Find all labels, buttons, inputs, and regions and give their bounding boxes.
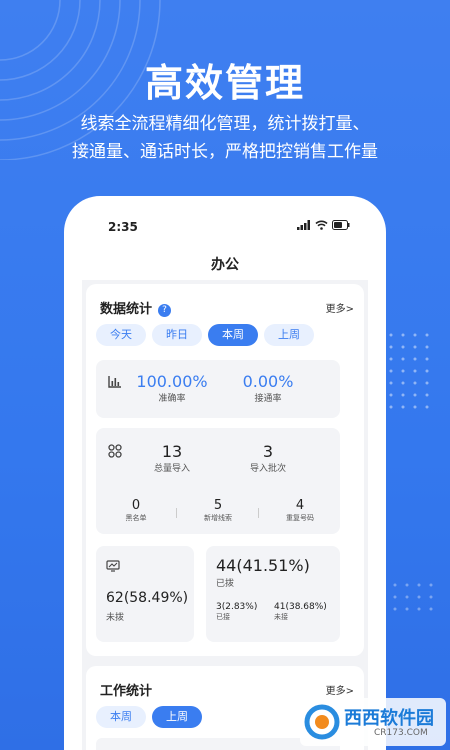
content-area: 数据统计? 更多> 今天 昨日 本周 上周 100.00% 准确率 0.00% … [82,280,368,750]
connect-rate-value: 0.00% [242,372,294,391]
total-import-value: 13 [161,442,183,461]
dialed-panel: 44(41.51%) 已拨 3(2.83%) 已接 41(38.68%) 未接 [206,546,340,642]
promo-subtitle-line2: 接通量、通话时长，严格把控销售工作量 [72,142,378,162]
tab-today[interactable]: 今天 [96,324,146,346]
watermark-emblem-icon [304,704,340,740]
status-icons [297,220,350,230]
data-stats-tabs: 今天 昨日 本周 上周 [96,324,314,346]
tab-last-week[interactable]: 上周 [152,706,202,728]
divider [176,508,177,518]
help-icon[interactable]: ? [158,304,172,317]
new-leads-value: 5 [213,498,223,513]
undialed-panel: 62(58.49%) 未拨 [96,546,194,642]
decorative-dots [389,333,429,409]
connected-stat: 3(2.83%) 已接 [216,602,257,622]
data-stats-header: 数据统计? 更多> [100,298,354,317]
tab-yesterday[interactable]: 昨日 [152,324,202,346]
data-stats-more-link[interactable]: 更多> [326,300,354,315]
new-leads-stat: 5 新增线索 [186,498,250,523]
blacklist-value: 0 [131,498,141,513]
work-stats-more-link[interactable]: 更多> [326,682,354,697]
wifi-icon [315,220,328,230]
watermark-text: 西西软件园 [344,708,434,729]
work-stats-title: 工作统计 [100,684,153,699]
duplicate-value: 4 [295,498,305,513]
watermark-logo: 西西软件园 CR173.COM [300,698,446,746]
promo-subtitle: 线索全流程精细化管理，统计拨打量、 接通量、通话时长，严格把控销售工作量 [0,110,450,166]
work-stats-header: 工作统计 更多> [100,680,354,699]
total-import-stat: 13 总量导入 [132,442,212,474]
blacklist-label: 黑名单 [125,514,147,522]
battery-icon [332,220,350,230]
dialed-label: 已拨 [216,579,235,589]
monitor-chart-icon [106,560,120,572]
data-stats-card: 数据统计? 更多> 今天 昨日 本周 上周 100.00% 准确率 0.00% … [86,284,364,656]
not-connected-label: 未接 [274,613,288,621]
signal-icon [297,220,310,230]
phone-mockup: 2:35 办公 数据统计? 更多> 今天 昨日 本周 上周 100.00% 准确… [64,196,386,750]
accuracy-stat: 100.00% 准确率 [132,372,212,404]
dialed-value: 44(41.51%) [216,556,310,575]
connected-label: 已接 [216,613,230,621]
rate-panel: 100.00% 准确率 0.00% 接通率 [96,360,340,418]
decorative-dots-lower [393,583,433,611]
promo-subtitle-line1: 线索全流程精细化管理，统计拨打量、 [80,114,370,134]
watermark-subtext: CR173.COM [374,728,428,738]
tab-this-week[interactable]: 本周 [208,324,258,346]
new-leads-label: 新增线索 [204,514,232,522]
import-panel: 13 总量导入 3 导入批次 0 黑名单 5 新增线索 4 重复号码 [96,428,340,534]
bar-chart-icon [108,376,121,388]
import-batch-label: 导入批次 [249,464,286,474]
connect-rate-stat: 0.00% 接通率 [228,372,308,404]
total-import-label: 总量导入 [153,464,190,474]
duplicate-stat: 4 重复号码 [268,498,332,523]
connected-value: 3(2.83%) [216,602,258,612]
not-connected-value: 41(38.68%) [274,602,327,612]
undialed-value: 62(58.49%) [106,590,189,606]
import-batch-value: 3 [262,442,274,461]
status-bar: 2:35 [108,220,350,234]
tab-last-week[interactable]: 上周 [264,324,314,346]
promo-headline: 高效管理 [144,61,305,105]
undialed-label: 未拨 [106,613,125,623]
divider [258,508,259,518]
data-stats-title: 数据统计 [100,302,153,317]
nav-title: 办公 [211,257,239,273]
blacklist-stat: 0 黑名单 [104,498,168,523]
duplicate-label: 重复号码 [286,514,314,522]
accuracy-value: 100.00% [136,372,208,391]
not-connected-stat: 41(38.68%) 未接 [274,602,327,622]
connect-rate-label: 接通率 [254,394,282,404]
accuracy-label: 准确率 [158,394,186,404]
work-stats-tabs: 本周 上周 [96,706,202,728]
modules-icon [108,444,122,458]
status-time: 2:35 [108,220,138,234]
tab-this-week[interactable]: 本周 [96,706,146,728]
import-batch-stat: 3 导入批次 [228,442,308,474]
